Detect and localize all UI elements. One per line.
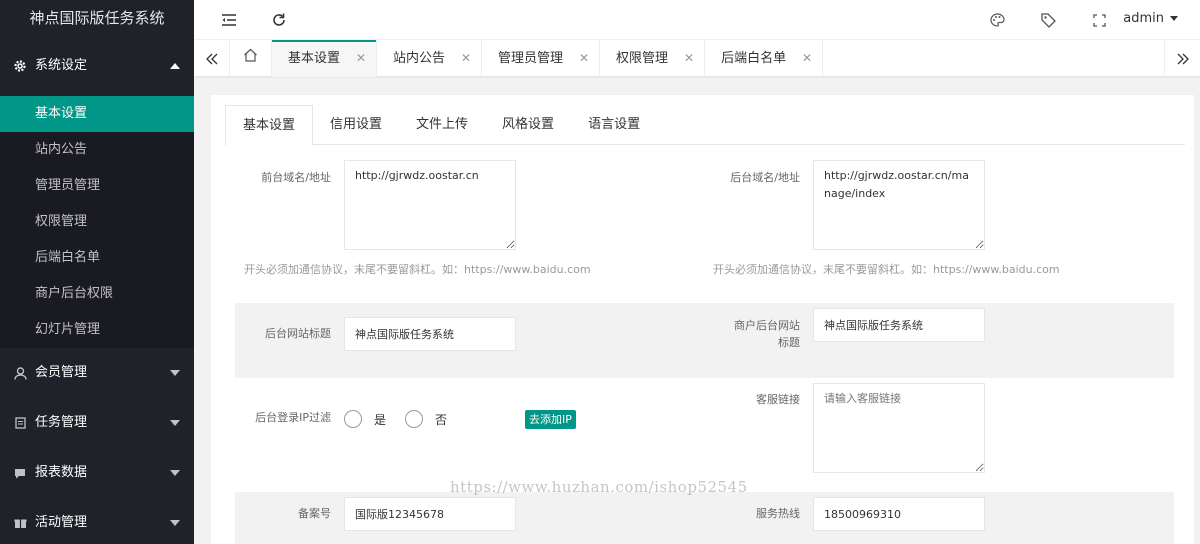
admin-title-label: 后台网站标题 — [265, 327, 331, 340]
page-tabs: 基本设置 ✕ 站内公告 ✕ 管理员管理 ✕ 权限管理 ✕ 后端白名单 ✕ — [230, 40, 824, 77]
page-tab-label: 后端白名单 — [721, 51, 787, 66]
chevron-up-icon — [170, 63, 180, 69]
tab-credit[interactable]: 信用设置 — [313, 105, 399, 145]
add-ip-button[interactable]: 去添加IP — [525, 410, 576, 429]
tab-upload[interactable]: 文件上传 — [399, 105, 485, 145]
app-logo: 神点国际版任务系统 — [0, 0, 194, 36]
menu-collapse-icon[interactable] — [219, 10, 239, 30]
page-tab-admin-management[interactable]: 管理员管理 ✕ — [482, 40, 601, 77]
settings-card: 基本设置 信用设置 文件上传 风格设置 语言设置 前台域名/地址 http://… — [211, 95, 1194, 544]
page-tab-announcement[interactable]: 站内公告 ✕ — [377, 40, 483, 77]
scroll-left-icon[interactable] — [194, 40, 230, 77]
home-tab[interactable] — [230, 40, 272, 77]
tab-basic[interactable]: 基本设置 — [225, 105, 314, 146]
page-tab-whitelist[interactable]: 后端白名单 ✕ — [705, 40, 824, 77]
menu-group-label: 报表数据 — [35, 465, 88, 480]
chevron-down-icon — [170, 520, 180, 526]
back-domain-hint: 开头必须加通信协议，末尾不要留斜杠。如：https://www.baidu.co… — [713, 263, 1060, 276]
menu-group-label: 会员管理 — [35, 365, 88, 380]
close-icon[interactable]: ✕ — [579, 40, 589, 77]
menu-group-reports[interactable]: 报表数据 — [0, 448, 194, 498]
page-tab-label: 权限管理 — [616, 51, 669, 66]
sidebar-item-announcement[interactable]: 站内公告 — [0, 132, 194, 168]
watermark: https://www.huzhan.com/ishop52545 — [450, 478, 748, 496]
front-domain-label: 前台域名/地址 — [261, 171, 331, 184]
radio-circle — [344, 410, 362, 428]
sidebar-item-slides[interactable]: 幻灯片管理 — [0, 312, 194, 348]
hotline-label: 服务热线 — [756, 507, 800, 520]
sidebar-item-permissions[interactable]: 权限管理 — [0, 204, 194, 240]
ip-filter-yes-radio[interactable]: 是 — [344, 410, 386, 428]
content-area: 基本设置 信用设置 文件上传 风格设置 语言设置 前台域名/地址 http://… — [194, 78, 1200, 544]
service-link-field[interactable] — [813, 383, 985, 473]
caret-down-icon — [1170, 16, 1178, 21]
tab-language[interactable]: 语言设置 — [571, 105, 657, 145]
menu-group-system[interactable]: 系统设定 — [0, 36, 194, 96]
submenu-system: 基本设置 站内公告 管理员管理 权限管理 后端白名单 商户后台权限 幻灯片管理 — [0, 96, 194, 348]
page-tab-basic-settings[interactable]: 基本设置 ✕ — [272, 40, 378, 77]
user-menu[interactable]: admin — [1123, 0, 1178, 40]
fullscreen-icon[interactable] — [1089, 10, 1109, 30]
admin-title-field[interactable] — [344, 317, 516, 351]
scroll-right-icon[interactable] — [1164, 40, 1200, 77]
top-header: admin — [194, 0, 1200, 40]
file-icon — [12, 398, 28, 448]
sidebar-item-admin-management[interactable]: 管理员管理 — [0, 168, 194, 204]
service-link-label: 客服链接 — [756, 393, 800, 406]
tab-style[interactable]: 风格设置 — [485, 105, 571, 145]
ip-filter-no-radio[interactable]: 否 — [405, 410, 447, 428]
page-tab-label: 管理员管理 — [498, 51, 564, 66]
hotline-field[interactable] — [813, 497, 985, 531]
radio-label: 否 — [435, 412, 448, 427]
tag-icon[interactable] — [1038, 10, 1058, 30]
menu-group-label: 系统设定 — [35, 58, 88, 73]
close-icon[interactable]: ✕ — [356, 40, 366, 77]
sidebar-item-merchant-permissions[interactable]: 商户后台权限 — [0, 276, 194, 312]
front-domain-field[interactable]: http://gjrwdz.oostar.cn — [344, 160, 516, 250]
page-tabs-bar: 基本设置 ✕ 站内公告 ✕ 管理员管理 ✕ 权限管理 ✕ 后端白名单 ✕ — [194, 40, 1200, 77]
theme-icon[interactable] — [987, 10, 1007, 30]
record-label: 备案号 — [298, 507, 331, 520]
sidebar: 神点国际版任务系统 系统设定 基本设置 站内公告 管理员管理 权限管理 后端白名… — [0, 0, 194, 544]
record-field[interactable] — [344, 497, 516, 531]
menu-group-tasks[interactable]: 任务管理 — [0, 398, 194, 448]
home-icon — [243, 40, 258, 77]
gear-icon — [12, 36, 28, 96]
page-tab-label: 基本设置 — [288, 51, 341, 66]
refresh-icon[interactable] — [269, 10, 289, 30]
gift-icon — [12, 498, 28, 544]
user-icon — [12, 348, 28, 398]
menu-group-members[interactable]: 会员管理 — [0, 348, 194, 398]
chevron-down-icon — [170, 420, 180, 426]
username: admin — [1123, 11, 1164, 26]
close-icon[interactable]: ✕ — [802, 40, 812, 77]
menu-group-activities[interactable]: 活动管理 — [0, 498, 194, 544]
radio-label: 是 — [374, 412, 387, 427]
ip-filter-label: 后台登录IP过滤 — [255, 411, 331, 424]
back-domain-field[interactable]: http://gjrwdz.oostar.cn/manage/index — [813, 160, 985, 250]
front-domain-hint: 开头必须加通信协议，末尾不要留斜杠。如：https://www.baidu.co… — [244, 263, 591, 276]
settings-tabs: 基本设置 信用设置 文件上传 风格设置 语言设置 — [225, 105, 1185, 146]
menu-group-label: 活动管理 — [35, 515, 88, 530]
merchant-title-label: 商户后台网站标题 — [734, 319, 800, 349]
sidebar-item-basic-settings[interactable]: 基本设置 — [0, 96, 194, 132]
close-icon[interactable]: ✕ — [461, 40, 471, 77]
menu-group-label: 任务管理 — [35, 415, 88, 430]
chevron-down-icon — [170, 370, 180, 376]
sidebar-item-whitelist[interactable]: 后端白名单 — [0, 240, 194, 276]
chat-icon — [12, 448, 28, 498]
merchant-title-field[interactable] — [813, 308, 985, 342]
chevron-down-icon — [170, 470, 180, 476]
back-domain-label: 后台域名/地址 — [730, 171, 800, 184]
page-tab-label: 站内公告 — [393, 51, 446, 66]
radio-circle — [405, 410, 423, 428]
close-icon[interactable]: ✕ — [684, 40, 694, 77]
page-tab-permissions[interactable]: 权限管理 ✕ — [600, 40, 706, 77]
